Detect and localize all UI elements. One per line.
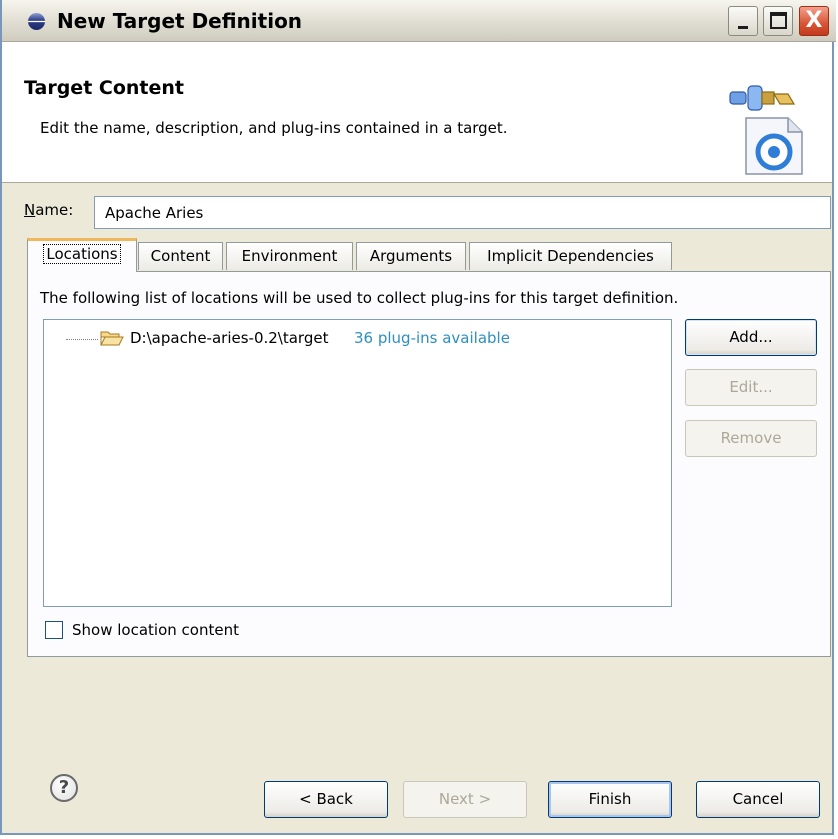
add-button[interactable]: Add... — [685, 319, 817, 356]
tab-label: Environment — [241, 247, 338, 265]
back-button-label: < Back — [299, 790, 353, 808]
edit-button[interactable]: Edit... — [685, 369, 817, 406]
tab-implicit-dependencies[interactable]: Implicit Dependencies — [469, 242, 672, 270]
eclipse-icon — [28, 13, 45, 30]
location-path: D:\apache-aries-0.2\target — [130, 329, 329, 347]
tab-label: Arguments — [369, 247, 453, 265]
back-button[interactable]: < Back — [264, 781, 388, 818]
edit-button-label: Edit... — [729, 378, 773, 396]
page-title: Target Content — [24, 77, 184, 99]
remove-button[interactable]: Remove — [685, 420, 817, 457]
finish-button-label: Finish — [588, 790, 632, 808]
tab-label: Locations — [43, 244, 121, 264]
locations-tree[interactable]: D:\apache-aries-0.2\target 36 plug-ins a… — [43, 319, 672, 607]
name-input[interactable] — [94, 196, 831, 229]
maximize-icon — [770, 12, 787, 29]
show-location-content-checkbox[interactable] — [45, 621, 63, 639]
wizard-header: Target Content Edit the name, descriptio… — [2, 42, 832, 183]
close-button[interactable]: X — [799, 6, 829, 36]
minimize-icon — [738, 26, 748, 29]
tab-label: Implicit Dependencies — [487, 247, 654, 265]
tree-connector — [66, 339, 98, 340]
title-bar[interactable]: New Target Definition X — [2, 0, 836, 42]
cancel-button[interactable]: Cancel — [696, 781, 820, 818]
close-icon: X — [805, 8, 823, 33]
minimize-button[interactable] — [728, 6, 758, 36]
next-button[interactable]: Next > — [403, 781, 527, 818]
tab-content[interactable]: Content — [138, 242, 223, 270]
finish-button[interactable]: Finish — [548, 781, 672, 818]
location-status: 36 plug-ins available — [354, 329, 510, 347]
tab-arguments[interactable]: Arguments — [356, 242, 466, 270]
cancel-button-label: Cancel — [732, 790, 784, 808]
tab-environment[interactable]: Environment — [226, 242, 353, 270]
tab-label: Content — [150, 247, 211, 265]
show-location-content-label[interactable]: Show location content — [72, 621, 239, 639]
locations-description: The following list of locations will be … — [40, 289, 679, 307]
tab-locations[interactable]: Locations — [27, 238, 137, 272]
folder-open-icon — [100, 331, 124, 346]
wizard-window: New Target Definition X Target Content E… — [0, 0, 836, 835]
window-title: New Target Definition — [57, 9, 303, 33]
add-button-label: Add... — [729, 328, 773, 346]
maximize-button[interactable] — [763, 6, 793, 36]
next-button-label: Next > — [438, 790, 492, 808]
name-label: Name: — [24, 201, 74, 219]
remove-button-label: Remove — [720, 429, 782, 447]
locations-tab-panel: The following list of locations will be … — [27, 271, 831, 657]
target-definition-wizard-icon — [729, 85, 803, 175]
page-description: Edit the name, description, and plug-ins… — [40, 119, 508, 137]
help-icon[interactable]: ? — [50, 774, 78, 802]
